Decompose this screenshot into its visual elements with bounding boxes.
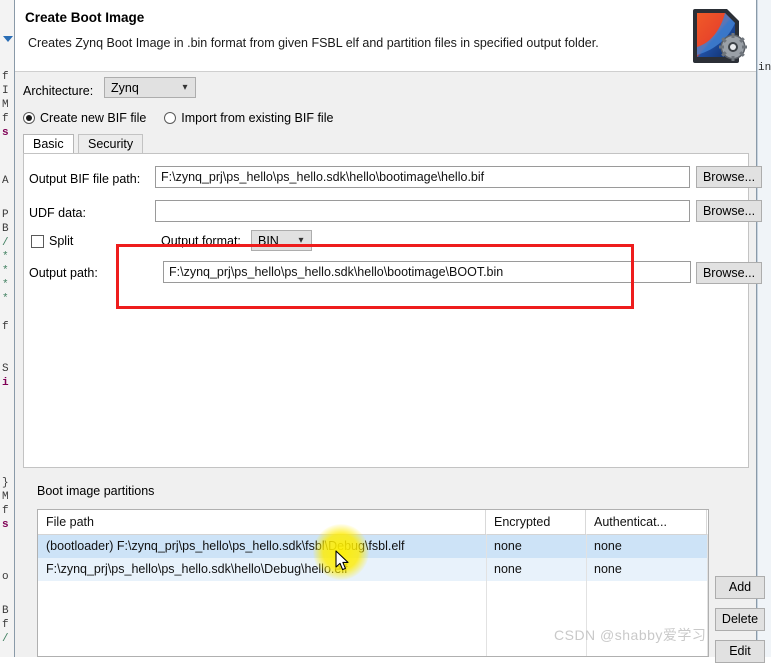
partitions-table-header: File path Encrypted Authenticat... (38, 510, 708, 535)
partitions-table-body: (bootloader) F:\zynq_prj\ps_hello\ps_hel… (38, 535, 708, 581)
editor-code-glyph: I (2, 85, 9, 97)
editor-code-glyph: A (2, 175, 9, 187)
dialog-description: Creates Zynq Boot Image in .bin format f… (28, 36, 599, 50)
bif-mode-radio-group: Create new BIF file Import from existing… (23, 111, 351, 125)
output-path-label: Output path: (29, 266, 98, 280)
editor-code-glyph: / (2, 237, 9, 249)
editor-code-glyph: s (2, 127, 9, 139)
editor-code-glyph: f (2, 71, 9, 83)
editor-right-column (757, 0, 771, 657)
radio-import-existing-bif-label: Import from existing BIF file (181, 111, 334, 125)
create-boot-image-dialog: Create Boot Image Creates Zynq Boot Imag… (14, 0, 765, 663)
editor-code-glyph: * (2, 293, 9, 305)
tab-strip: Basic Security (23, 134, 749, 154)
browse-bif-path-button[interactable]: Browse... (696, 166, 762, 188)
sd-card-gear-icon (693, 9, 747, 63)
table-gridline (486, 534, 487, 656)
browse-udf-data-button[interactable]: Browse... (696, 200, 762, 222)
table-gridline (707, 534, 708, 656)
editor-code-glyph: * (2, 265, 9, 277)
editor-code-glyph: * (2, 279, 9, 291)
architecture-select[interactable]: Zynq ▾ (104, 77, 196, 98)
split-checkbox[interactable] (31, 235, 44, 248)
editor-code-glyph: o (2, 571, 9, 583)
editor-right-fragment: in (758, 62, 771, 74)
editor-code-glyph: / (2, 633, 9, 645)
editor-code-glyph: M (2, 99, 9, 111)
cell-authenticated: none (594, 539, 622, 553)
column-header-encrypted[interactable]: Encrypted (486, 510, 586, 534)
radio-import-existing-bif[interactable] (164, 112, 177, 124)
cell-file-path: (bootloader) F:\zynq_prj\ps_hello\ps_hel… (46, 539, 405, 553)
chevron-down-icon: ▾ (182, 82, 188, 93)
editor-code-glyph: B (2, 223, 9, 235)
tab-basic[interactable]: Basic (23, 134, 74, 154)
dialog-title-area: Create Boot Image Creates Zynq Boot Imag… (15, 0, 756, 72)
editor-code-glyph: i (2, 377, 9, 389)
editor-code-glyph: P (2, 209, 9, 221)
architecture-value: Zynq (111, 80, 139, 95)
cell-file-path: F:\zynq_prj\ps_hello\ps_hello.sdk\hello\… (46, 562, 348, 576)
radio-create-new-bif-label: Create new BIF file (40, 111, 147, 125)
udf-data-label: UDF data: (29, 206, 86, 220)
split-label: Split (49, 234, 74, 248)
output-bif-path-label: Output BIF file path: (29, 172, 141, 186)
column-header-authenticated[interactable]: Authenticat... (586, 510, 707, 534)
editor-code-glyph: f (2, 505, 9, 517)
cell-encrypted: none (494, 562, 522, 576)
editor-code-glyph: f (2, 321, 9, 333)
watermark-text: CSDN @shabby爱学习 (554, 627, 707, 643)
editor-code-glyph: f (2, 113, 9, 125)
editor-code-glyph: f (2, 619, 9, 631)
editor-code-glyph: * (2, 251, 9, 263)
page-title: Create Boot Image (25, 10, 145, 25)
editor-code-glyph: B (2, 605, 9, 617)
add-partition-button[interactable]: Add (715, 576, 765, 599)
radio-create-new-bif[interactable] (23, 112, 35, 124)
architecture-label: Architecture: (23, 84, 94, 98)
output-bif-path-input[interactable]: F:\zynq_prj\ps_hello\ps_hello.sdk\hello\… (155, 166, 690, 188)
tab-security[interactable]: Security (78, 134, 144, 154)
editor-code-glyph: S (2, 363, 9, 375)
delete-partition-button[interactable]: Delete (715, 608, 765, 631)
editor-code-glyph: M (2, 491, 9, 503)
annotation-highlight-rectangle (116, 244, 634, 309)
cell-encrypted: none (494, 539, 522, 553)
boot-image-partitions-label: Boot image partitions (37, 484, 155, 498)
udf-data-input[interactable] (155, 200, 690, 222)
column-header-file-path[interactable]: File path (38, 510, 486, 534)
cell-authenticated: none (594, 562, 622, 576)
table-row[interactable]: (bootloader) F:\zynq_prj\ps_hello\ps_hel… (38, 535, 708, 558)
editor-collapse-arrow-icon (3, 36, 13, 42)
editor-code-glyph: } (2, 477, 9, 489)
browse-output-path-button[interactable]: Browse... (696, 262, 762, 284)
edit-partition-button[interactable]: Edit (715, 640, 765, 663)
table-row[interactable]: F:\zynq_prj\ps_hello\ps_hello.sdk\hello\… (38, 558, 708, 581)
editor-code-glyph: s (2, 519, 9, 531)
